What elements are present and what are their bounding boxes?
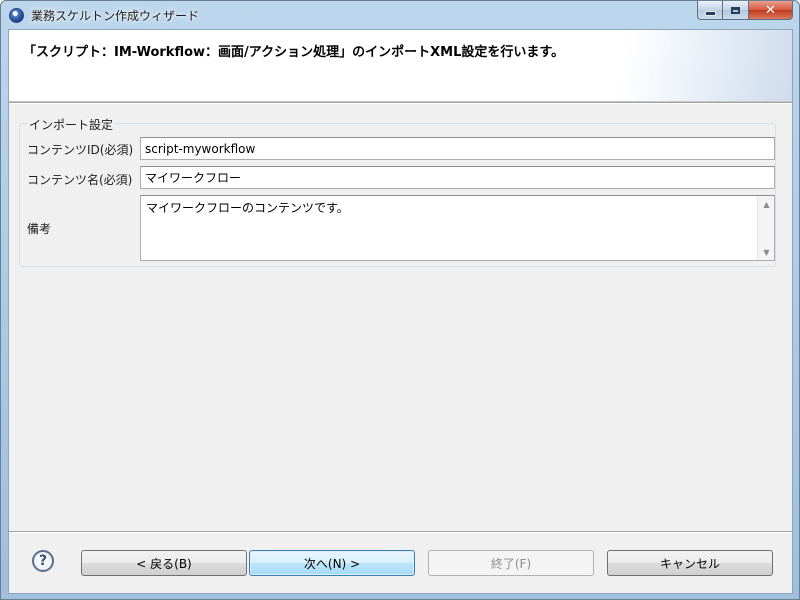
app-icon bbox=[9, 8, 24, 23]
wizard-client-area: 「スクリプト：IM-Workflow：画面/アクション処理」のインポートXML設… bbox=[8, 29, 793, 594]
back-button[interactable]: < 戻る(B) bbox=[81, 550, 247, 576]
finish-button: 終了(F) bbox=[428, 550, 594, 576]
remarks-scrollbar[interactable]: ▲ ▼ bbox=[757, 196, 774, 260]
minimize-button[interactable] bbox=[697, 1, 723, 20]
help-icon[interactable]: ? bbox=[32, 550, 54, 572]
content-name-input[interactable] bbox=[140, 166, 775, 189]
next-button[interactable]: 次へ(N) > bbox=[249, 550, 415, 576]
remarks-label: 備考 bbox=[27, 222, 52, 236]
wizard-header-banner: 「スクリプト：IM-Workflow：画面/アクション処理」のインポートXML設… bbox=[9, 30, 792, 102]
scroll-down-icon[interactable]: ▼ bbox=[758, 244, 775, 260]
maximize-icon bbox=[731, 6, 740, 14]
button-bar-divider bbox=[9, 531, 792, 533]
wizard-window: 業務スケルトン作成ウィザード ✕ 「スクリプト：IM-Workflow：画面/ア… bbox=[0, 0, 800, 600]
remarks-textarea[interactable]: マイワークフローのコンテンツです。 bbox=[141, 196, 757, 260]
minimize-icon bbox=[704, 10, 716, 16]
header-divider bbox=[9, 102, 792, 104]
cancel-button[interactable]: キャンセル bbox=[607, 550, 773, 576]
import-settings-legend: インポート設定 bbox=[27, 116, 116, 133]
maximize-button[interactable] bbox=[723, 1, 749, 20]
page-title: 「スクリプト：IM-Workflow：画面/アクション処理」のインポートXML設… bbox=[23, 45, 565, 60]
scroll-up-icon[interactable]: ▲ bbox=[758, 196, 775, 212]
window-controls: ✕ bbox=[697, 1, 793, 21]
close-button[interactable]: ✕ bbox=[749, 1, 793, 20]
title-bar[interactable]: 業務スケルトン作成ウィザード ✕ bbox=[1, 1, 799, 29]
content-name-label: コンテンツ名(必須) bbox=[27, 173, 133, 187]
close-icon: ✕ bbox=[765, 2, 776, 18]
content-id-input[interactable] bbox=[140, 137, 775, 160]
remarks-field: マイワークフローのコンテンツです。 ▲ ▼ bbox=[140, 195, 775, 261]
content-id-label: コンテンツID(必須) bbox=[27, 143, 134, 157]
window-title: 業務スケルトン作成ウィザード bbox=[31, 9, 200, 23]
